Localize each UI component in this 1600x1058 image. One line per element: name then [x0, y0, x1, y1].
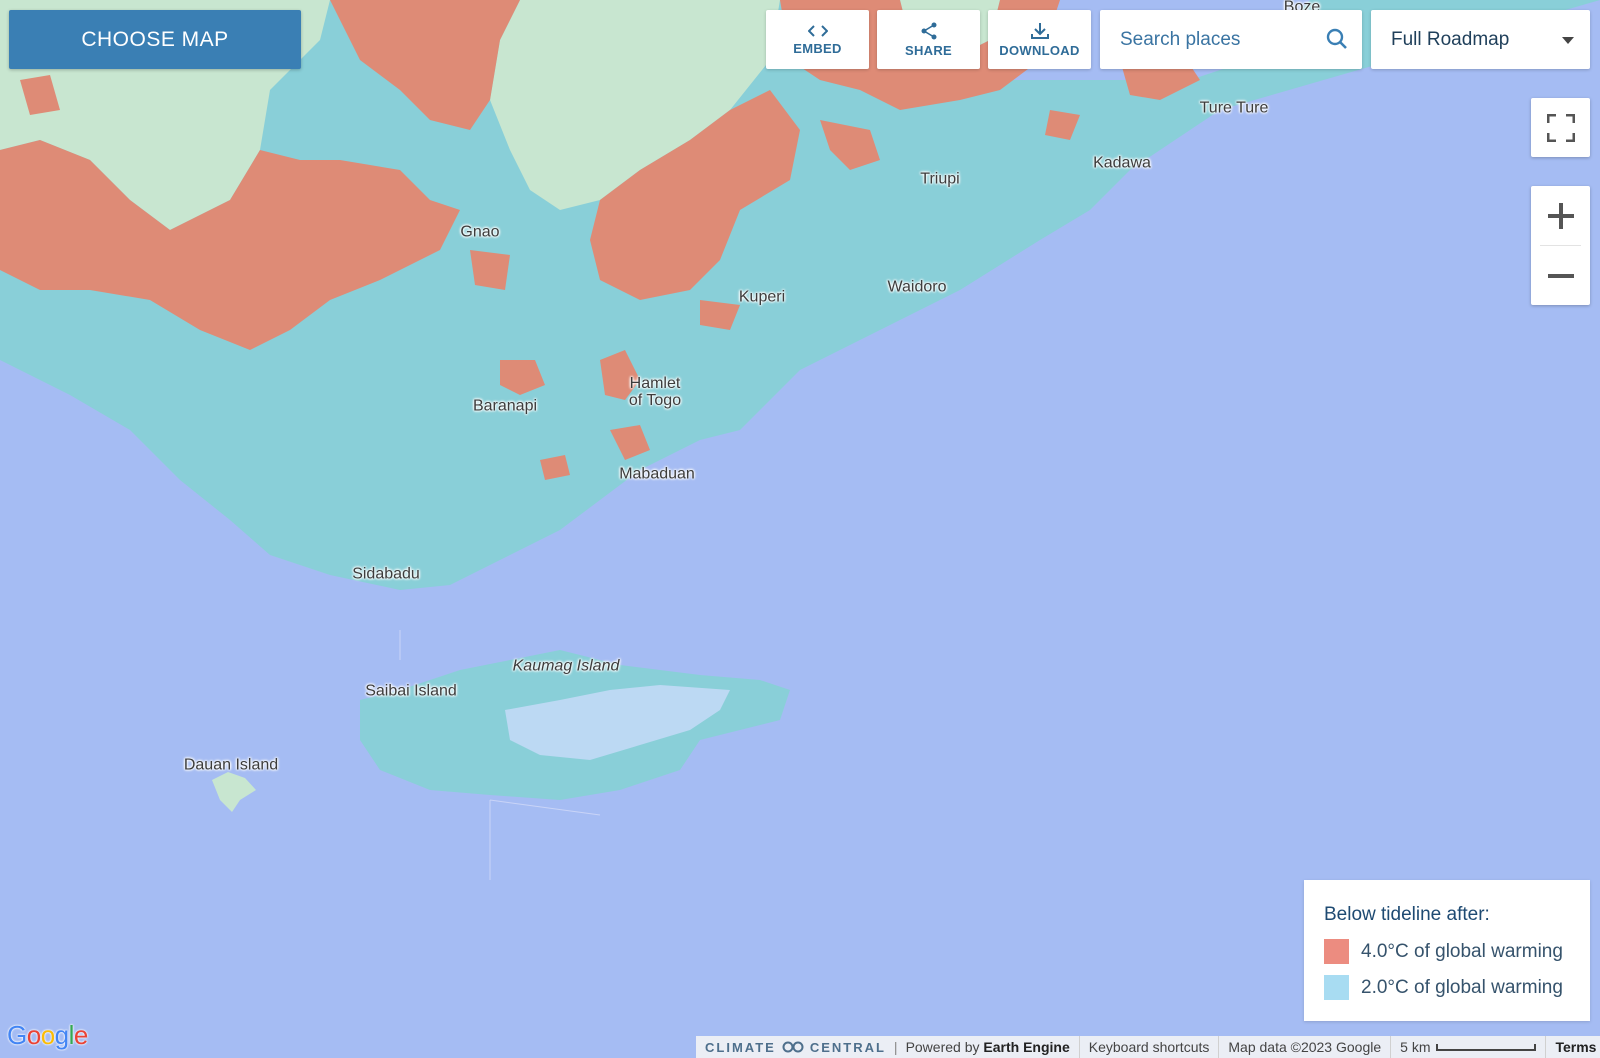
legend: Below tideline after: 4.0°C of global wa…: [1304, 880, 1590, 1021]
place-mabaduan: Mabaduan: [619, 465, 695, 483]
brand-left: CLIMATE: [705, 1039, 776, 1055]
share-label: SHARE: [904, 42, 952, 58]
download-label: DOWNLOAD: [999, 42, 1080, 58]
search-input[interactable]: [1118, 27, 1322, 52]
terms-label: Terms: [1555, 1039, 1597, 1055]
zoom-in-button[interactable]: [1531, 186, 1590, 245]
download-button[interactable]: DOWNLOAD: [988, 10, 1091, 69]
fullscreen-button[interactable]: [1531, 98, 1590, 157]
place-dauan-island: Dauan Island: [183, 756, 279, 774]
search-box: [1100, 10, 1362, 69]
place-kadawa: Kadawa: [1093, 154, 1151, 172]
place-hamlet-of-togo: Hamlet of Togo: [629, 375, 681, 409]
map-type-value: Full Roadmap: [1391, 28, 1510, 50]
map-data-attribution: Map data ©2023 Google: [1218, 1036, 1390, 1058]
scale-label: 5 km: [1400, 1039, 1431, 1055]
scale-line: [1436, 1044, 1537, 1051]
embed-label: EMBED: [793, 40, 842, 56]
search-icon[interactable]: [1326, 28, 1348, 50]
map-footer: CLIMATE CENTRAL | Powered by Earth Engin…: [696, 1036, 1600, 1058]
plus-icon: [1547, 202, 1574, 229]
legend-item-2c: 2.0°C of global warming: [1324, 975, 1563, 1000]
choose-map-button[interactable]: CHOOSE MAP: [9, 10, 301, 69]
climate-central-logo-icon: [782, 1041, 804, 1053]
earth-engine-link[interactable]: Earth Engine: [983, 1039, 1069, 1055]
legend-swatch-4c: [1324, 939, 1349, 964]
legend-label-2c: 2.0°C of global warming: [1361, 976, 1563, 998]
zoom-control: [1531, 186, 1590, 305]
embed-button[interactable]: EMBED: [766, 10, 869, 69]
place-waidoro: Waidoro: [887, 278, 947, 296]
place-baranapi: Baranapi: [472, 397, 538, 415]
zoom-out-button[interactable]: [1531, 246, 1590, 305]
place-ture-ture: Ture Ture: [1199, 99, 1269, 117]
climate-central-brand[interactable]: CLIMATE CENTRAL | Powered by Earth Engin…: [696, 1036, 1079, 1058]
share-button[interactable]: SHARE: [877, 10, 980, 69]
place-sidabadu: Sidabadu: [352, 565, 420, 583]
terms-link[interactable]: Terms: [1545, 1036, 1600, 1058]
map-type-select[interactable]: Full Roadmap: [1371, 10, 1590, 69]
legend-title: Below tideline after:: [1324, 904, 1490, 925]
place-saibai-island: Saibai Island: [365, 682, 457, 700]
place-hamlet-line1: Hamlet: [629, 375, 681, 392]
place-gnao: Gnao: [460, 223, 500, 241]
download-icon: [1030, 22, 1049, 39]
place-kuperi: Kuperi: [738, 288, 786, 306]
place-triupi: Triupi: [920, 170, 960, 188]
brand-right: CENTRAL: [809, 1039, 886, 1055]
code-icon: [807, 24, 828, 37]
place-hamlet-line2: of Togo: [628, 392, 682, 409]
legend-swatch-2c: [1324, 975, 1349, 1000]
fullscreen-control: [1531, 98, 1590, 157]
minus-icon: [1547, 273, 1574, 278]
google-logo[interactable]: Google: [7, 1020, 88, 1051]
chevron-down-icon: [1562, 37, 1574, 44]
place-kaumag-island: Kaumag Island: [512, 657, 620, 675]
powered-by: Powered by: [905, 1039, 980, 1055]
keyboard-shortcuts-link[interactable]: Keyboard shortcuts: [1078, 1036, 1219, 1058]
share-icon: [921, 22, 936, 39]
legend-item-4c: 4.0°C of global warming: [1324, 939, 1563, 964]
fullscreen-icon: [1546, 113, 1575, 142]
legend-label-4c: 4.0°C of global warming: [1361, 940, 1563, 962]
scale-bar[interactable]: 5 km: [1390, 1036, 1545, 1058]
